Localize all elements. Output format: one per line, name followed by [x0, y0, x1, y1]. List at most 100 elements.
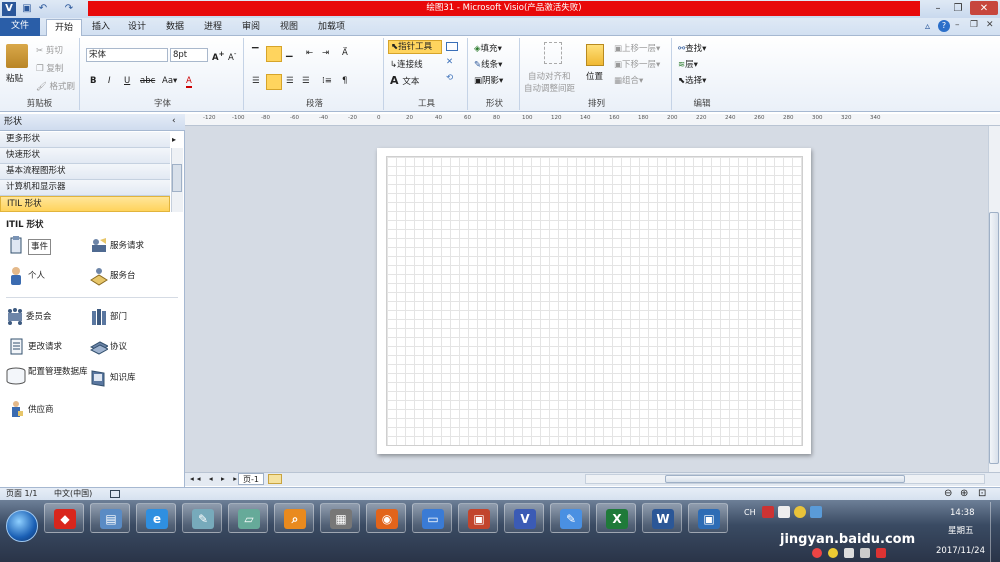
cut-button[interactable]: ✂ 剪切 [36, 44, 63, 56]
tab-design[interactable]: 设计 [120, 20, 154, 36]
paste-icon[interactable] [6, 44, 28, 68]
bring-forward-button[interactable]: ▣上移一层▾ [614, 42, 660, 54]
save-icon[interactable]: ▣ [20, 2, 34, 16]
shape-incident[interactable]: 事件 [8, 236, 88, 262]
zoom-out-icon[interactable]: ⊖ [944, 488, 952, 500]
tab-file[interactable]: 文件 [0, 18, 40, 36]
tray-alert-icon[interactable] [876, 548, 886, 558]
shadow-button[interactable]: ▣阴影▾ [474, 74, 503, 86]
paragraph-icon[interactable]: ¶ [342, 76, 347, 86]
shape-change-request[interactable]: 更改请求 [8, 337, 88, 363]
tray-volume-icon[interactable] [860, 548, 870, 558]
vertical-scroll-thumb[interactable] [989, 212, 999, 464]
send-backward-button[interactable]: ▣下移一层▾ [614, 58, 660, 70]
shrink-font-icon[interactable]: A- [228, 49, 236, 63]
ime-mode-icon[interactable] [778, 506, 790, 518]
auto-spacing-button[interactable]: 自动调整间距 [524, 82, 575, 94]
rectangle-icon[interactable] [446, 42, 458, 51]
start-button[interactable] [6, 510, 38, 542]
status-language[interactable]: 中文(中国) [54, 488, 92, 500]
insert-page-icon[interactable] [268, 474, 282, 484]
input-language[interactable]: CH [744, 508, 756, 517]
redo-icon[interactable]: ↷ [62, 2, 76, 16]
taskbar-app-13[interactable]: X [596, 503, 636, 533]
paste-button[interactable]: 粘贴 [6, 72, 23, 84]
grow-font-icon[interactable]: A+ [212, 49, 225, 63]
horizontal-scroll-thumb[interactable] [665, 475, 905, 483]
align-right-icon[interactable]: ☰ [286, 76, 294, 86]
ribbon-collapse-icon[interactable]: ▵ [925, 21, 930, 32]
taskbar-app-1[interactable]: ◆ [44, 503, 84, 533]
macro-record-icon[interactable] [110, 490, 120, 498]
taskbar-app-7[interactable]: ▦ [320, 503, 360, 533]
shape-committee[interactable]: 委员会 [6, 307, 88, 333]
underline-icon[interactable]: U [124, 76, 130, 86]
taskbar-app-5[interactable]: ▱ [228, 503, 268, 533]
group-button[interactable]: ▦组合▾ [614, 74, 643, 86]
collapse-pane-icon[interactable]: ‹ [172, 116, 176, 126]
taskbar-app-4[interactable]: ✎ [182, 503, 222, 533]
page-tab-1[interactable]: 页-1 [238, 473, 264, 485]
copy-button[interactable]: ❐ 复制 [36, 62, 63, 74]
decrease-indent-icon[interactable]: ⇤ [306, 48, 313, 58]
shape-service-desk[interactable]: 服务台 [90, 266, 180, 292]
position-button[interactable]: 位置 [586, 70, 603, 82]
text-button[interactable]: A 文本 [390, 74, 419, 87]
font-color-icon[interactable]: A [186, 76, 192, 88]
close-button[interactable]: ✕ [970, 1, 998, 15]
taskbar-app-12[interactable]: ✎ [550, 503, 590, 533]
text-direction-icon[interactable]: A⃗ [342, 48, 348, 58]
font-family-select[interactable]: 宋体 [86, 48, 168, 62]
close-cross-icon[interactable]: ✕ [446, 57, 453, 67]
stencil-itil[interactable]: ITIL 形状 [0, 196, 170, 212]
shape-service-request[interactable]: 服务请求 [90, 236, 180, 262]
restore-button[interactable]: ❐ [950, 1, 966, 15]
increase-indent-icon[interactable]: ⇥ [322, 48, 329, 58]
visio-app-icon[interactable]: V [2, 2, 16, 16]
tab-home[interactable]: 开始 [46, 19, 82, 37]
fill-button[interactable]: ◈填充▾ [474, 42, 502, 54]
tab-data[interactable]: 数据 [158, 20, 192, 36]
align-top-icon[interactable]: ▔ [252, 48, 259, 58]
find-button[interactable]: ⚯查找▾ [678, 42, 706, 54]
strikethrough-icon[interactable]: abc [140, 76, 155, 86]
italic-icon[interactable]: I [108, 76, 111, 86]
bold-icon[interactable]: B [90, 76, 96, 86]
doc-minimize-icon[interactable]: – [955, 20, 960, 30]
stencil-more-shapes[interactable]: 更多形状 [0, 132, 170, 148]
stencil-computers-monitors[interactable]: 计算机和显示器 [0, 180, 170, 196]
tray-security-icon[interactable] [828, 548, 838, 558]
align-center-icon[interactable] [266, 74, 282, 90]
pointer-tool-button[interactable]: ⬉指针工具 [388, 40, 442, 54]
tab-process[interactable]: 进程 [196, 20, 230, 36]
stencil-scroll-thumb[interactable] [172, 164, 182, 192]
taskbar-app-2[interactable]: ▤ [90, 503, 130, 533]
font-size-select[interactable]: 8pt [170, 48, 208, 62]
taskbar-app-8[interactable]: ◉ [366, 503, 406, 533]
tab-insert[interactable]: 插入 [84, 20, 118, 36]
bullets-icon[interactable]: ⁞≡ [322, 76, 332, 86]
shape-agreement[interactable]: 协议 [90, 337, 180, 363]
taskbar-app-15[interactable]: ▣ [688, 503, 728, 533]
taskbar-app-3[interactable]: e [136, 503, 176, 533]
line-button[interactable]: ✎线条▾ [474, 58, 502, 70]
clock-weekday[interactable]: 星期五 [948, 524, 974, 536]
help-icon[interactable]: ? [938, 20, 950, 32]
shape-knowledge-base[interactable]: 知识库 [90, 368, 180, 394]
shape-department[interactable]: 部门 [90, 307, 180, 333]
doc-close-icon[interactable]: ✕ [986, 20, 994, 30]
shape-person[interactable]: 个人 [8, 266, 88, 292]
justify-icon[interactable]: ☰ [302, 76, 310, 86]
taskbar-app-9[interactable]: ▭ [412, 503, 452, 533]
tab-review[interactable]: 审阅 [234, 20, 268, 36]
taskbar-app-6[interactable]: ⌕ [274, 503, 314, 533]
tab-addins[interactable]: 加载项 [310, 20, 353, 36]
align-bottom-icon[interactable]: ▁ [286, 48, 293, 58]
tray-qq-icon[interactable] [812, 548, 822, 558]
tab-view[interactable]: 视图 [272, 20, 306, 36]
tray-network-icon[interactable] [844, 548, 854, 558]
font-case-icon[interactable]: Aa▾ [162, 76, 177, 86]
tray-app-icon[interactable] [794, 506, 806, 518]
fit-page-icon[interactable]: ⊡ [978, 488, 986, 500]
select-button[interactable]: ⬉选择▾ [678, 74, 706, 86]
